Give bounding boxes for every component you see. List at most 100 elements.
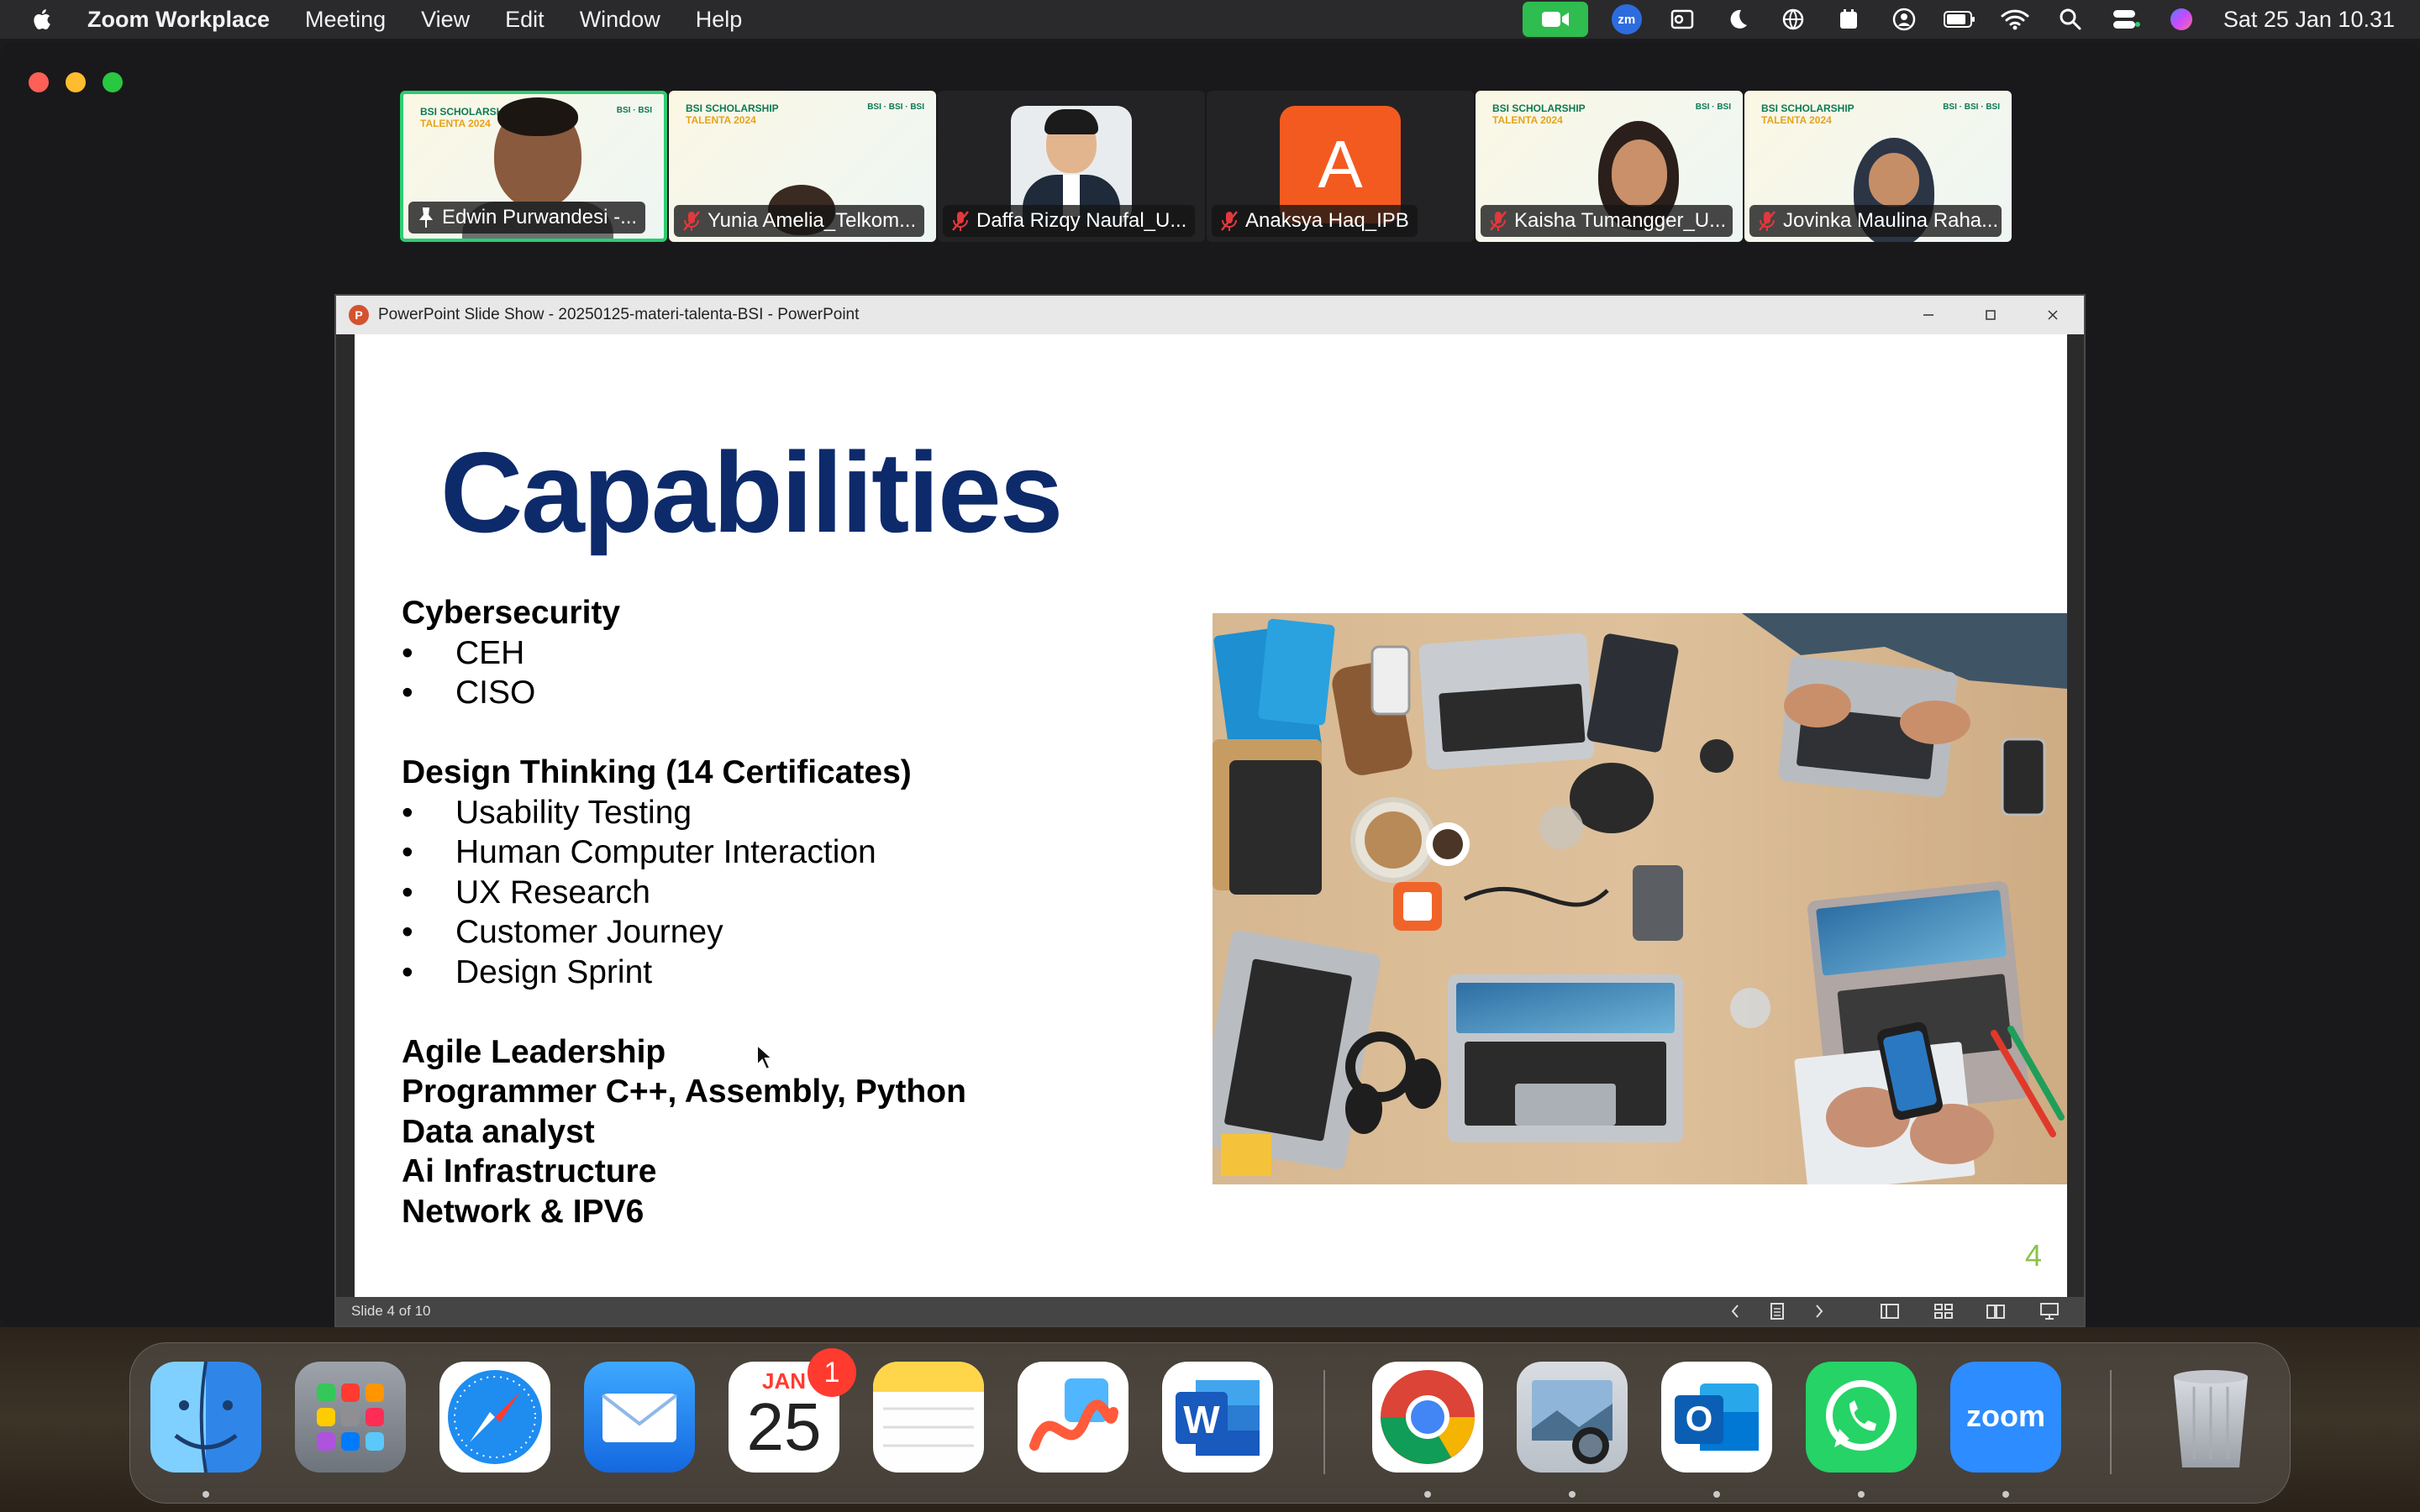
bullet-item: Human Computer Interaction — [402, 832, 1057, 873]
ticket-icon[interactable] — [1832, 3, 1865, 36]
muted-mic-icon — [683, 211, 700, 231]
app-menu-zoom[interactable]: Zoom Workplace — [87, 7, 270, 33]
focus-moon-icon[interactable] — [1721, 3, 1754, 36]
siri-icon[interactable] — [2165, 3, 2198, 36]
battery-icon[interactable] — [1943, 3, 1976, 36]
menu-window[interactable]: Window — [580, 7, 660, 33]
slideshow-view-icon[interactable] — [2039, 1300, 2060, 1322]
wifi-icon[interactable] — [1998, 3, 2032, 36]
notes-icon[interactable] — [873, 1362, 984, 1473]
outlook-icon[interactable]: O — [1661, 1362, 1772, 1473]
participant-name-bar: Yunia Amelia_Telkom... — [674, 205, 925, 237]
capability-line: Ai Infrastructure — [402, 1153, 657, 1189]
ppt-window-title: PowerPoint Slide Show - 20250125-materi-… — [378, 306, 860, 323]
participant-name-bar: Kaisha Tumangger_U... — [1481, 205, 1733, 237]
muted-mic-icon — [1490, 211, 1507, 231]
menu-edit[interactable]: Edit — [505, 7, 544, 33]
outlook-letter: O — [1685, 1399, 1713, 1438]
banner-logo: BSI SCHOLARSHIP TALENTA 2024 — [1761, 102, 1854, 126]
menu-meeting[interactable]: Meeting — [305, 7, 386, 33]
participant-name: Kaisha Tumangger_U... — [1514, 209, 1727, 232]
next-slide-button[interactable] — [1808, 1300, 1830, 1322]
powerpoint-icon: P — [349, 305, 369, 325]
bsi-logos: BSI · BSI — [616, 106, 652, 115]
outlook-status-icon[interactable] — [1665, 3, 1699, 36]
menu-view[interactable]: View — [421, 7, 470, 33]
trash-icon[interactable] — [2155, 1362, 2266, 1473]
mouse-pointer-icon — [756, 1043, 774, 1071]
running-indicator — [203, 1491, 209, 1498]
whatsapp-icon[interactable] — [1806, 1362, 1917, 1473]
slide-canvas[interactable]: Capabilities Cybersecurity CEH CISO Desi… — [355, 334, 2067, 1299]
participant-tile[interactable]: A Anaksya Haq_IPB — [1207, 91, 1474, 242]
fullscreen-window-button[interactable] — [103, 72, 123, 92]
menu-help[interactable]: Help — [696, 7, 743, 33]
participant-video-person — [1869, 153, 1919, 207]
close-window-button[interactable] — [29, 72, 49, 92]
bullet-item: Customer Journey — [402, 912, 1057, 953]
muted-mic-icon — [1759, 211, 1776, 231]
bullet-item: CISO — [402, 673, 1057, 713]
ppt-titlebar[interactable]: P PowerPoint Slide Show - 20250125-mater… — [336, 296, 2084, 334]
zoom-menu-icon[interactable]: zm — [1610, 3, 1644, 36]
zoom-app-icon[interactable]: zoom — [1950, 1362, 2061, 1473]
participant-video-person — [1612, 139, 1667, 207]
participant-name: Yunia Amelia_Telkom... — [708, 209, 917, 232]
participant-name: Jovinka Maulina Raha... — [1783, 209, 1999, 232]
muted-mic-icon — [1221, 211, 1238, 231]
ppt-maximize-button[interactable] — [1960, 296, 2022, 334]
bullet-item: Usability Testing — [402, 793, 1057, 833]
previous-slide-button[interactable] — [1724, 1300, 1746, 1322]
word-letter: W — [1183, 1398, 1220, 1441]
normal-view-icon[interactable] — [1879, 1300, 1901, 1322]
ppt-close-button[interactable] — [2022, 296, 2084, 334]
participant-tile[interactable]: BSI SCHOLARSHIP TALENTA 2024 BSI · BSI Ka… — [1476, 91, 1743, 242]
preview-icon[interactable] — [1517, 1362, 1628, 1473]
slide-title: Capabilities — [440, 428, 1063, 556]
apple-menu-icon[interactable] — [30, 7, 55, 32]
participant-name-bar: Daffa Rizqy Naufal_U... — [943, 205, 1195, 237]
zoom-wordmark: zoom — [1966, 1399, 2045, 1433]
ppt-status-bar: Slide 4 of 10 — [336, 1297, 2084, 1326]
zoom-video-status-icon[interactable] — [1522, 2, 1588, 37]
word-icon[interactable]: W — [1162, 1362, 1273, 1473]
participant-tile[interactable]: BSI SCHOLARSHIP TALENTA 2024 BSI · BSI · … — [669, 91, 936, 242]
ppt-minimize-button[interactable] — [1897, 296, 1960, 334]
participant-name-bar: Jovinka Maulina Raha... — [1749, 205, 2002, 237]
freeform-icon[interactable] — [1018, 1362, 1128, 1473]
slide-menu-button[interactable] — [1766, 1300, 1788, 1322]
participant-name: Edwin Purwandesi -... — [442, 206, 638, 228]
bsi-logos: BSI · BSI · BSI — [867, 102, 924, 112]
running-indicator — [1569, 1491, 1576, 1498]
banner-logo: BSI SCHOLARSHIP TALENTA 2024 — [1492, 102, 1586, 126]
slide-content: Cybersecurity CEH CISO Design Thinking (… — [402, 593, 1057, 1231]
menubar-clock[interactable]: Sat 25 Jan 10.31 — [2223, 7, 2395, 33]
participant-tile[interactable]: BSI SCHOLARSHIP TALENTA 2024 BSI · BSI Ed… — [400, 91, 667, 242]
workspace-photo — [1213, 613, 2067, 1184]
safari-icon[interactable] — [439, 1362, 550, 1473]
participant-tile[interactable]: BSI SCHOLARSHIP TALENTA 2024 BSI · BSI · … — [1744, 91, 2012, 242]
running-indicator — [1713, 1491, 1720, 1498]
control-center-icon[interactable] — [2109, 3, 2143, 36]
pin-icon — [418, 207, 434, 228]
participant-tile[interactable]: Daffa Rizqy Naufal_U... — [938, 91, 1205, 242]
reading-view-icon[interactable] — [1985, 1300, 2007, 1322]
spotlight-search-icon[interactable] — [2054, 3, 2087, 36]
user-account-icon[interactable] — [1887, 3, 1921, 36]
slide-sorter-icon[interactable] — [1933, 1300, 1954, 1322]
running-indicator — [1858, 1491, 1865, 1498]
capability-line: Data analyst — [402, 1113, 595, 1150]
banner-logo: BSI SCHOLARSHIP TALENTA 2024 — [686, 102, 779, 126]
finder-icon[interactable] — [150, 1362, 261, 1473]
svg-text:P: P — [355, 308, 362, 322]
participant-name-bar: Anaksya Haq_IPB — [1212, 205, 1418, 237]
minimize-window-button[interactable] — [66, 72, 86, 92]
launchpad-icon[interactable] — [295, 1362, 406, 1473]
chrome-icon[interactable] — [1372, 1362, 1483, 1473]
globe-icon[interactable] — [1776, 3, 1810, 36]
mail-icon[interactable] — [584, 1362, 695, 1473]
running-indicator — [1424, 1491, 1431, 1498]
participant-strip: BSI SCHOLARSHIP TALENTA 2024 BSI · BSI Ed… — [400, 91, 2013, 242]
capability-line: Network & IPV6 — [402, 1193, 644, 1230]
participant-name: Anaksya Haq_IPB — [1245, 209, 1409, 232]
